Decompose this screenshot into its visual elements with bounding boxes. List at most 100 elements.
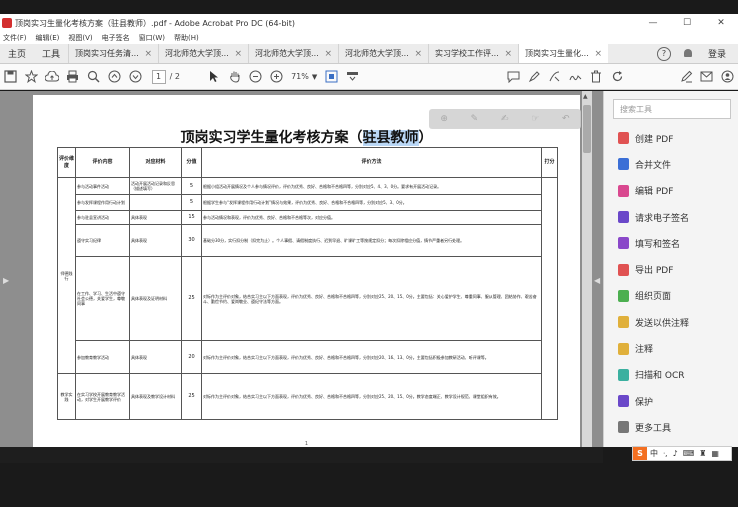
method-cell: 基础分30分，实行扣分制（扣完为止）。个人事假、请假制度执行、迟到早退、旷课旷工…	[201, 224, 542, 257]
zoom-search-icon[interactable]	[83, 66, 104, 88]
export-pdf-icon	[618, 263, 629, 276]
vertical-scrollbar[interactable]: ▲	[582, 91, 592, 447]
right-panel-toggle-icon[interactable]: ◀	[594, 276, 600, 285]
zoom-in-icon[interactable]	[266, 66, 287, 88]
upload-cloud-icon[interactable]	[42, 66, 63, 88]
maximize-button[interactable]: ☐	[670, 18, 704, 28]
header-grade: 打分	[541, 147, 558, 178]
document-area[interactable]: ▶ ⊕ ✎ ✍ ☞ ↶ 顶岗实习学生量化考核方案（驻县教师） 评价维度 评价内容…	[0, 91, 603, 447]
dimension-cell: 师德践行	[57, 177, 76, 374]
header-dimension: 评价维度	[57, 147, 76, 178]
tab-tools[interactable]: 工具	[34, 44, 68, 63]
score-cell: 5	[181, 194, 202, 211]
ime-toolbar[interactable]: S 中 ᐧ, ♪ ⌨ ♜ ▦	[632, 446, 732, 461]
ime-grid-icon[interactable]: ▦	[711, 449, 719, 458]
doc-tab[interactable]: 河北师范大学顶... ×	[248, 44, 338, 63]
select-arrow-icon[interactable]	[204, 66, 225, 88]
bell-icon[interactable]	[682, 48, 694, 60]
float-undo-icon[interactable]: ↶	[562, 114, 570, 124]
zoom-out-icon[interactable]	[246, 66, 267, 88]
tool-combine-files[interactable]: 合并文件	[604, 151, 738, 177]
float-edit-icon[interactable]: ✎	[471, 114, 479, 124]
menu-file[interactable]: 文件(F)	[3, 33, 27, 43]
help-icon[interactable]: ?	[656, 46, 671, 61]
tool-export-pdf[interactable]: 导出 PDF	[604, 256, 738, 282]
scroll-mode-icon[interactable]	[342, 66, 363, 88]
scrollbar-thumb[interactable]	[583, 105, 591, 153]
tool-label: 请求电子签名	[635, 213, 690, 224]
material-cell: 具体表现及教学设计材料	[129, 373, 182, 420]
fill-sign-pen-icon[interactable]	[676, 66, 697, 88]
microphone-icon[interactable]: ♪	[673, 449, 678, 458]
header-content: 评价内容	[75, 147, 130, 178]
close-icon[interactable]: ×	[414, 49, 422, 59]
tool-scan-ocr[interactable]: 扫描和 OCR	[604, 362, 738, 388]
rotate-icon[interactable]	[607, 66, 628, 88]
menu-edit[interactable]: 编辑(E)	[36, 33, 60, 43]
sign-icon[interactable]	[565, 66, 586, 88]
punctuation-icon[interactable]: ᐧ,	[663, 449, 668, 458]
mail-icon[interactable]	[696, 66, 717, 88]
tool-request-signature[interactable]: 请求电子签名	[604, 204, 738, 230]
menu-window[interactable]: 窗口(W)	[139, 33, 165, 43]
close-icon[interactable]: ×	[594, 49, 602, 59]
doc-tab[interactable]: 顶岗实习任务清... ×	[68, 44, 158, 63]
tab-home[interactable]: 主页	[0, 44, 34, 63]
content-cell: 参加教育教学活动	[75, 340, 130, 374]
star-icon[interactable]	[21, 66, 42, 88]
tool-more-tools[interactable]: 更多工具	[604, 414, 738, 440]
prev-page-icon[interactable]	[104, 66, 125, 88]
menu-esign[interactable]: 电子签名	[102, 33, 130, 43]
left-panel-toggle-icon[interactable]: ▶	[3, 276, 9, 285]
table-row: 师德践行 参与活动事件活动 活动开展活动记录和反思（描述填写） 5 根据小组活动…	[57, 177, 558, 420]
highlight-pen-icon[interactable]	[524, 66, 545, 88]
header-material: 对应材料	[129, 147, 182, 178]
next-page-icon[interactable]	[125, 66, 146, 88]
sogou-logo-icon: S	[633, 447, 647, 460]
grade-cell[interactable]	[541, 177, 558, 420]
save-icon[interactable]	[0, 66, 21, 88]
tool-edit-pdf[interactable]: 编辑 PDF	[604, 178, 738, 204]
tool-send-comments[interactable]: 发送以供注释	[604, 309, 738, 335]
comment-bubble-icon[interactable]	[503, 66, 524, 88]
doc-tab[interactable]: 河北师范大学顶... ×	[338, 44, 428, 63]
close-icon[interactable]: ×	[324, 49, 332, 59]
combine-files-icon	[618, 158, 629, 171]
zoom-dropdown[interactable]: 71% ▼	[291, 72, 317, 81]
page-number-input[interactable]: 1	[151, 69, 166, 84]
page-fit-icon[interactable]	[321, 66, 342, 88]
tool-comment[interactable]: 注释	[604, 335, 738, 361]
tool-label: 更多工具	[635, 423, 672, 434]
minimize-button[interactable]: —	[636, 18, 670, 28]
draw-icon[interactable]	[544, 66, 565, 88]
hand-tool-icon[interactable]	[225, 66, 246, 88]
table-row: 参与驻县宣讲活动 具体表现 15 参与活动情况和表现，评价为优秀、良好、合格和不…	[58, 210, 558, 225]
tool-fill-sign[interactable]: 填写和签名	[604, 230, 738, 256]
tool-organize-pages[interactable]: 组织页面	[604, 283, 738, 309]
tool-search-input[interactable]: 搜索工具	[613, 99, 731, 119]
document-title: 顶岗实习学生量化考核方案（驻县教师）	[180, 130, 433, 146]
print-icon[interactable]	[62, 66, 83, 88]
delete-trash-icon[interactable]	[586, 66, 607, 88]
close-icon[interactable]: ×	[144, 49, 152, 59]
close-icon[interactable]: ×	[504, 49, 512, 59]
float-sign-icon[interactable]: ✍	[501, 114, 509, 124]
tool-create-pdf[interactable]: 创建 PDF	[604, 125, 738, 151]
login-button[interactable]: 登录	[708, 47, 726, 60]
keyboard-icon[interactable]: ⌨	[683, 449, 695, 458]
skin-shirt-icon[interactable]: ♜	[699, 449, 706, 458]
close-window-button[interactable]: ✕	[704, 18, 738, 28]
tool-label: 导出 PDF	[635, 266, 674, 277]
tool-protect[interactable]: 保护	[604, 388, 738, 414]
menu-view[interactable]: 视图(V)	[68, 33, 92, 43]
scroll-up-icon[interactable]: ▲	[583, 93, 588, 100]
ime-language-toggle[interactable]: 中	[650, 448, 658, 459]
float-hand-icon[interactable]: ☞	[531, 114, 539, 124]
share-person-icon[interactable]	[717, 66, 738, 88]
close-icon[interactable]: ×	[234, 49, 242, 59]
menu-help[interactable]: 帮助(H)	[174, 33, 199, 43]
doc-tab[interactable]: 河北师范大学顶... ×	[158, 44, 248, 63]
doc-tab-active[interactable]: 顶岗实习生量化... ×	[518, 44, 609, 63]
float-zoom-icon[interactable]: ⊕	[440, 114, 448, 124]
doc-tab[interactable]: 实习学校工作评... ×	[428, 44, 518, 63]
